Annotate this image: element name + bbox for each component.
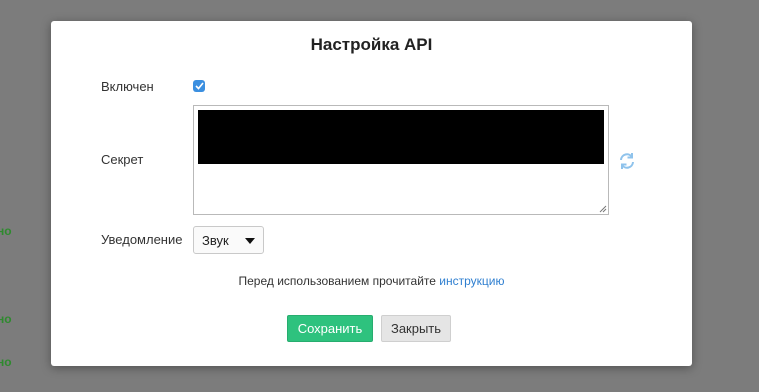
instruction-hint: Перед использованием прочитайте инструкц… <box>51 274 692 288</box>
secret-value-redacted <box>198 110 604 164</box>
background-text: но <box>0 224 12 238</box>
refresh-icon[interactable] <box>617 151 637 171</box>
secret-textarea[interactable] <box>193 105 609 215</box>
close-button[interactable]: Закрыть <box>381 315 451 342</box>
notification-select[interactable]: Звук <box>193 226 264 254</box>
instruction-link[interactable]: инструкцию <box>439 274 504 288</box>
checkmark-icon <box>194 82 204 90</box>
hint-text: Перед использованием прочитайте <box>238 274 440 288</box>
chevron-down-icon <box>245 238 255 244</box>
notification-selected-value: Звук <box>202 233 229 248</box>
background-text: но <box>0 355 12 369</box>
secret-label: Секрет <box>101 152 144 167</box>
enabled-checkbox[interactable] <box>193 80 205 92</box>
resize-grip-icon[interactable] <box>599 205 607 213</box>
enabled-label: Включен <box>101 79 154 94</box>
dialog-title: Настройка API <box>310 35 433 54</box>
background-text: но <box>0 312 12 326</box>
notification-label: Уведомление <box>101 232 183 247</box>
save-button[interactable]: Сохранить <box>287 315 373 342</box>
api-settings-dialog: Настройка API Включен Секрет Уведомление… <box>51 21 692 366</box>
